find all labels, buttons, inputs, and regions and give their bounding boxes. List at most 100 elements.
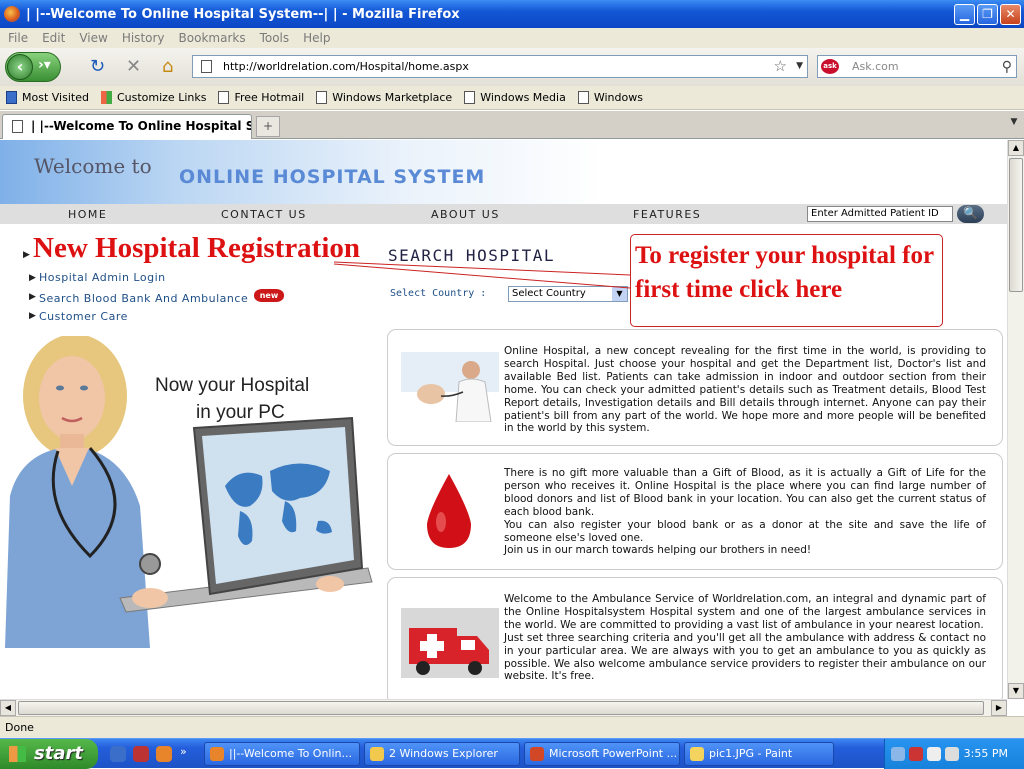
most-visited-icon <box>6 91 17 104</box>
search-icon[interactable]: ⚲ <box>1002 57 1012 78</box>
blood-drop-icon <box>427 474 471 548</box>
task-windows-explorer[interactable]: 2 Windows Explorer <box>364 742 520 766</box>
ask-engine-icon[interactable]: ask <box>821 59 839 74</box>
hero-illustration: Now your Hospital in your PC <box>0 336 380 648</box>
media-quicklaunch-icon[interactable] <box>133 746 149 762</box>
scroll-up-icon[interactable]: ▲ <box>1008 140 1024 156</box>
task-label: pic1.JPG - Paint <box>709 747 793 760</box>
start-label: start <box>34 743 83 764</box>
status-bar: Done <box>0 716 1024 738</box>
quicklaunch-overflow-icon[interactable]: » <box>180 745 187 758</box>
card-text: There is no gift more valuable than a Gi… <box>504 467 986 557</box>
page-icon <box>464 91 476 104</box>
window-title: | |--Welcome To Online Hospital System--… <box>26 6 460 22</box>
menu-view[interactable]: View <box>79 31 107 45</box>
clock[interactable]: 3:55 PM <box>964 747 1008 760</box>
scroll-right-icon[interactable]: ▶ <box>991 700 1007 716</box>
windows-taskbar: start » ||--Welcome To Onlin... 2 Window… <box>0 738 1024 769</box>
hero-text-line-1: Now your Hospital <box>155 375 309 396</box>
back-button[interactable]: ‹ <box>7 54 33 80</box>
address-bar[interactable]: http://worldrelation.com/Hospital/home.a… <box>192 55 808 78</box>
scroll-down-icon[interactable]: ▼ <box>1008 683 1024 699</box>
page-icon <box>12 120 23 133</box>
task-paint[interactable]: pic1.JPG - Paint <box>684 742 834 766</box>
bookmark-label: Windows <box>593 91 643 104</box>
bookmark-windows-media[interactable]: Windows Media <box>464 91 566 104</box>
task-label: 2 Windows Explorer <box>389 747 498 760</box>
bookmark-most-visited[interactable]: Most Visited <box>6 91 89 104</box>
doctor-patient-image <box>401 352 499 422</box>
vertical-scroll-thumb[interactable] <box>1009 158 1023 292</box>
bookmark-free-hotmail[interactable]: Free Hotmail <box>218 91 304 104</box>
windows-logo-icon <box>100 91 112 104</box>
url-text: http://worldrelation.com/Hospital/home.a… <box>223 60 469 73</box>
info-card-blood: There is no gift more valuable than a Gi… <box>387 453 1003 570</box>
tray-network-icon[interactable] <box>927 747 941 761</box>
system-tray: 3:55 PM <box>884 739 1024 769</box>
tab-list-icon[interactable]: ▼ <box>1006 117 1022 135</box>
firefox-icon <box>210 747 224 761</box>
tray-arrow-icon[interactable] <box>891 747 905 761</box>
minimize-button[interactable]: ▁ <box>954 4 975 25</box>
maximize-button[interactable]: ❐ <box>977 4 998 25</box>
bookmarks-toolbar: Most Visited Customize Links Free Hotmai… <box>0 86 1024 110</box>
bookmark-star-icon[interactable]: ☆ <box>774 56 787 77</box>
bookmark-label: Most Visited <box>22 91 89 104</box>
bookmark-windows[interactable]: Windows <box>577 91 643 104</box>
firefox-icon <box>4 6 20 22</box>
scroll-left-icon[interactable]: ◀ <box>0 700 16 716</box>
horizontal-scrollbar[interactable]: ◀ ▶ <box>0 699 1007 716</box>
status-text: Done <box>5 721 34 734</box>
page-icon <box>316 91 328 104</box>
windows-logo-icon <box>9 746 26 762</box>
firefox-window: | |--Welcome To Online Hospital System--… <box>0 0 1024 769</box>
menu-file[interactable]: File <box>8 31 28 45</box>
page-content: Welcome to ONLINE HOSPITAL SYSTEM HOME C… <box>0 140 1007 699</box>
page-icon <box>577 91 589 104</box>
menu-history[interactable]: History <box>122 31 165 45</box>
bookmark-customize-links[interactable]: Customize Links <box>100 91 207 104</box>
bookmark-label: Windows Marketplace <box>332 91 453 104</box>
tab-active[interactable]: | |--Welcome To Online Hospital Sys... <box>2 114 252 139</box>
close-button[interactable]: ✕ <box>1000 4 1021 25</box>
info-card-ambulance: Welcome to the Ambulance Service of Worl… <box>387 577 1003 699</box>
task-powerpoint[interactable]: Microsoft PowerPoint ... <box>524 742 680 766</box>
card-text: Online Hospital, a new concept revealing… <box>504 345 986 435</box>
reload-icon[interactable]: ↻ <box>90 58 105 76</box>
tab-bar: | |--Welcome To Online Hospital Sys... +… <box>0 111 1024 139</box>
search-placeholder: Ask.com <box>852 60 899 73</box>
menu-help[interactable]: Help <box>303 31 330 45</box>
back-forward-group: ‹ ›▾ <box>5 52 61 82</box>
info-card-hospital: Online Hospital, a new concept revealing… <box>387 329 1003 446</box>
forward-button[interactable]: ›▾ <box>38 57 51 73</box>
tray-volume-icon[interactable] <box>945 747 959 761</box>
url-dropdown-icon[interactable]: ▼ <box>796 56 803 77</box>
ambulance-image <box>401 608 499 678</box>
start-button[interactable]: start <box>0 739 98 769</box>
menu-tools[interactable]: Tools <box>260 31 290 45</box>
bookmark-label: Customize Links <box>116 91 207 104</box>
folder-icon <box>370 747 384 761</box>
bookmark-label: Windows Media <box>480 91 566 104</box>
tray-security-icon[interactable] <box>909 747 923 761</box>
stop-icon[interactable]: ✕ <box>126 58 141 76</box>
title-bar[interactable]: | |--Welcome To Online Hospital System--… <box>0 0 1024 28</box>
vertical-scrollbar[interactable]: ▲ ▼ <box>1007 140 1024 699</box>
bookmark-windows-marketplace[interactable]: Windows Marketplace <box>316 91 452 104</box>
bookmark-label: Free Hotmail <box>234 91 305 104</box>
task-label: Microsoft PowerPoint ... <box>549 747 678 760</box>
task-label: ||--Welcome To Onlin... <box>229 747 352 760</box>
menu-edit[interactable]: Edit <box>42 31 65 45</box>
horizontal-scroll-thumb[interactable] <box>18 701 984 715</box>
home-icon[interactable]: ⌂ <box>162 58 173 76</box>
hero-text-line-2: in your PC <box>196 402 285 423</box>
ie-quicklaunch-icon[interactable] <box>110 746 126 762</box>
card-text: Welcome to the Ambulance Service of Worl… <box>504 593 986 683</box>
menu-bar: File Edit View History Bookmarks Tools H… <box>0 28 1024 48</box>
register-callout: To register your hospital for first time… <box>630 234 943 327</box>
search-box[interactable]: ask Ask.com ⚲ <box>817 55 1017 78</box>
firefox-quicklaunch-icon[interactable] <box>156 746 172 762</box>
new-tab-button[interactable]: + <box>256 116 280 137</box>
task-firefox[interactable]: ||--Welcome To Onlin... <box>204 742 360 766</box>
menu-bookmarks[interactable]: Bookmarks <box>179 31 246 45</box>
